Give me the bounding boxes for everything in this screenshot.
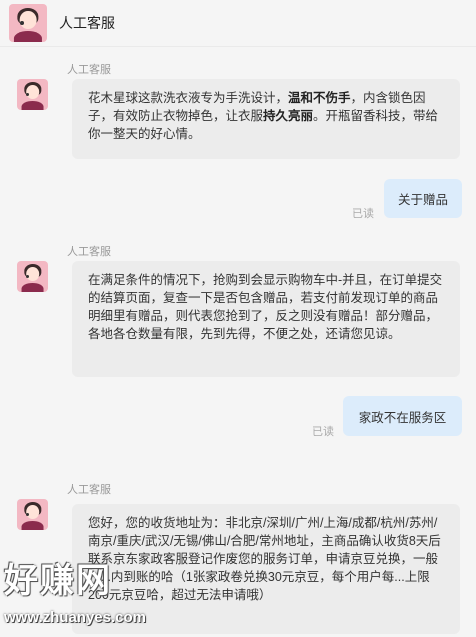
watermark-logo: 好赚网: [4, 562, 112, 600]
message-bubble: 花木星球这款洗衣液专为手洗设计，温和不伤手，内含锁色因子，有效防止衣物掉色，让衣…: [72, 79, 460, 159]
agent-avatar: [17, 499, 48, 530]
sender-name: 人工客服: [67, 484, 111, 496]
sender-name: 人工客服: [67, 246, 111, 258]
user-message-bubble: 关于赠品: [384, 179, 462, 218]
message-bubble: 在满足条件的情况下，抢购到会显示购物车中-并且，在订单提交的结算页面，复查一下是…: [72, 261, 460, 377]
watermark-url: www.zhuanyes.com: [4, 609, 146, 626]
agent-avatar: [17, 79, 48, 110]
chat-title: 人工客服: [59, 15, 115, 31]
agent-avatar: [9, 4, 47, 42]
read-status: 已读: [312, 426, 334, 438]
sender-name: 人工客服: [67, 64, 111, 76]
user-message-bubble: 家政不在服务区: [343, 396, 462, 436]
read-status: 已读: [352, 208, 374, 220]
agent-avatar: [17, 261, 48, 292]
chat-header: 人工客服: [0, 0, 476, 47]
